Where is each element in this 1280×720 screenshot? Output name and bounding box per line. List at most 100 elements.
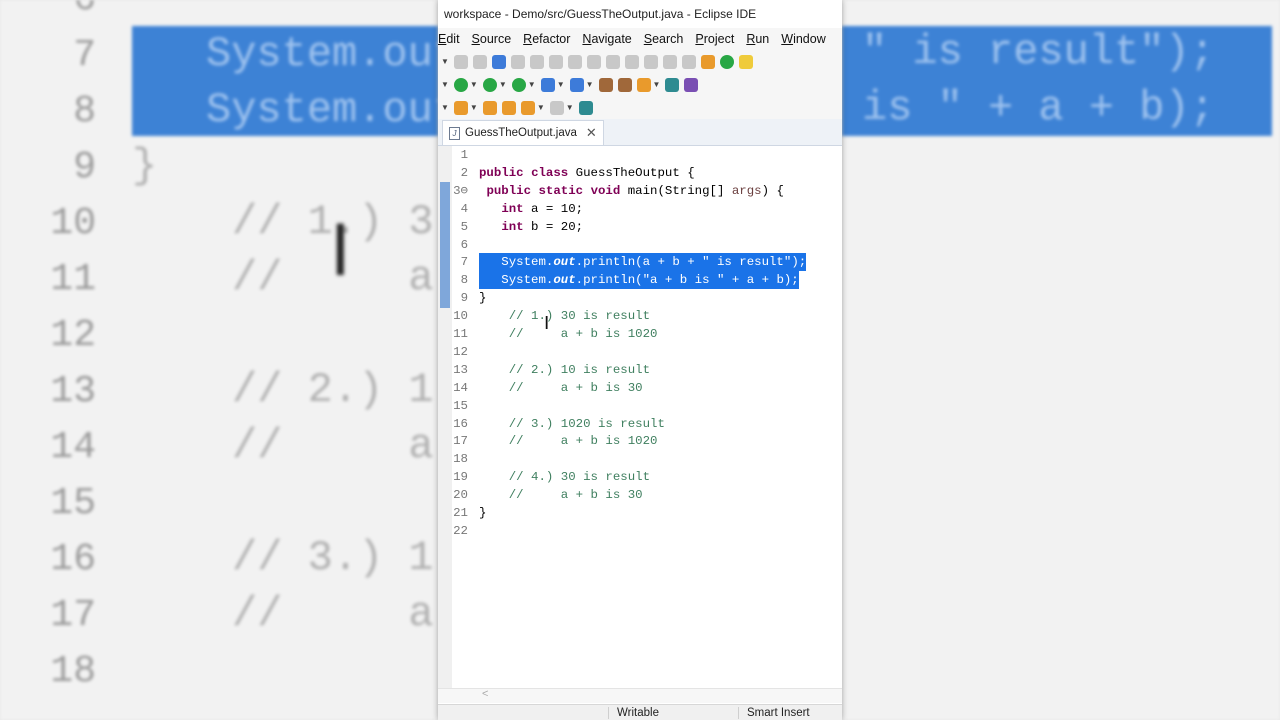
menu-window[interactable]: Window <box>781 32 825 46</box>
menu-edit[interactable]: Edit <box>438 32 460 46</box>
coverage-icon[interactable] <box>511 77 526 92</box>
line-number: 14 <box>453 380 468 395</box>
debug-dropdown-icon[interactable]: ▼ <box>499 80 507 89</box>
background-code-text: System.out <box>206 30 438 78</box>
dropdown-icon[interactable]: ▼ <box>441 103 449 112</box>
code-line[interactable]: 21} <box>452 504 842 522</box>
menu-run[interactable]: Run <box>746 32 769 46</box>
terminate-icon[interactable] <box>567 54 582 69</box>
background-line-number: 6 <box>44 0 96 21</box>
skip-breakpoints-icon[interactable] <box>700 54 715 69</box>
search-dropdown-icon[interactable]: ▼ <box>653 80 661 89</box>
step-over-icon[interactable] <box>624 54 639 69</box>
coverage-dropdown-icon[interactable]: ▼ <box>528 80 536 89</box>
code-line[interactable]: 15 <box>452 397 842 415</box>
new-class-icon[interactable] <box>569 77 584 92</box>
line-number: 5 <box>460 219 468 234</box>
line-number: 16 <box>453 416 468 431</box>
line-number: 3⊖ <box>453 183 468 198</box>
menu-project[interactable]: Project <box>695 32 734 46</box>
class-dropdown-icon[interactable]: ▼ <box>586 80 594 89</box>
step-into-icon[interactable] <box>605 54 620 69</box>
code-line[interactable]: 17 // a + b is 1020 <box>452 432 842 450</box>
horizontal-scrollbar[interactable]: < <box>438 688 842 703</box>
new-dropdown-icon[interactable]: ▼ <box>557 80 565 89</box>
code-line[interactable]: 8 System.out.println("a + b is " + a + b… <box>452 271 842 290</box>
editor-tab[interactable]: J GuessTheOutput.java ✕ <box>442 120 604 145</box>
code-editor[interactable]: 1 2 public class GuessTheOutput {3⊖ public… <box>438 146 842 691</box>
annotation-icon[interactable] <box>453 100 468 115</box>
code-line[interactable]: 7 System.out.println(a + b + " is result… <box>452 253 842 272</box>
new-java-project-icon[interactable] <box>540 77 555 92</box>
next-edit-icon[interactable] <box>501 100 516 115</box>
globe-icon[interactable] <box>665 77 680 92</box>
line-number: 11 <box>453 327 468 341</box>
pin-editor-icon[interactable] <box>578 100 593 115</box>
console-icon[interactable] <box>491 54 506 69</box>
debug-icon[interactable] <box>482 77 497 92</box>
annotation-dropdown-icon[interactable]: ▼ <box>470 103 478 112</box>
forward-icon[interactable] <box>549 100 564 115</box>
code-line[interactable]: 5 int b = 20; <box>452 218 842 236</box>
line-number: 7 <box>460 255 468 270</box>
resume-icon[interactable] <box>529 54 544 69</box>
code-line[interactable]: 19 // 4.) 30 is result <box>452 468 842 486</box>
back-icon[interactable] <box>520 100 535 115</box>
dropdown-icon[interactable]: ▼ <box>441 57 449 66</box>
background-line-number: 9 <box>73 146 96 189</box>
menu-refactor[interactable]: Refactor <box>523 32 570 46</box>
new-server-icon[interactable] <box>719 54 734 69</box>
step-return-icon[interactable] <box>643 54 658 69</box>
background-line-number: 8 <box>73 90 96 133</box>
code-line[interactable]: 11 // a + b is 1020 <box>452 325 842 343</box>
code-line[interactable]: 9} <box>452 289 842 307</box>
code-line[interactable]: 10 // 1.) 30 is result <box>452 307 842 325</box>
code-line[interactable]: 6 <box>452 236 842 254</box>
line-number: 2 <box>460 165 468 180</box>
code-line[interactable]: 13 // 2.) 10 is result <box>452 361 842 379</box>
run-icon[interactable] <box>453 77 468 92</box>
menu-search[interactable]: Search <box>644 32 684 46</box>
use-step-filters-icon[interactable] <box>681 54 696 69</box>
previous-edit-icon[interactable] <box>482 100 497 115</box>
code-line[interactable]: 12 <box>452 343 842 361</box>
toolbar-row-1: ▼ <box>438 50 842 73</box>
suspend-icon[interactable] <box>548 54 563 69</box>
code-line[interactable]: 20 // a + b is 30 <box>452 486 842 504</box>
code-text: int a = 10; <box>501 201 584 216</box>
highlight-icon[interactable] <box>738 54 753 69</box>
scroll-left-icon[interactable]: < <box>482 688 488 700</box>
background-line-number: 11 <box>50 258 96 301</box>
background-code-text: // a <box>232 422 434 470</box>
drop-frame-icon[interactable] <box>662 54 677 69</box>
forward-dropdown-icon[interactable]: ▼ <box>566 103 574 112</box>
status-insert-mode: Smart Insert <box>738 707 810 719</box>
code-line[interactable]: 3⊖ public static void main(String[] args… <box>452 182 842 200</box>
code-line[interactable]: 1 <box>452 146 842 164</box>
code-line[interactable]: 22 <box>452 522 842 540</box>
code-line[interactable]: 2 public class GuessTheOutput { <box>452 164 842 182</box>
code-line[interactable]: 16 // 3.) 1020 is result <box>452 415 842 433</box>
close-tab-icon[interactable]: ✕ <box>586 125 597 141</box>
search-tool-icon[interactable] <box>636 77 651 92</box>
code-line[interactable]: 4 int a = 10; <box>452 200 842 218</box>
background-line-number: 13 <box>50 370 96 413</box>
search-icon[interactable] <box>510 54 525 69</box>
code-line[interactable]: 18 <box>452 450 842 468</box>
menu-navigate[interactable]: Navigate <box>582 32 631 46</box>
code-line[interactable]: 14 // a + b is 30 <box>452 379 842 397</box>
open-task-icon[interactable] <box>617 77 632 92</box>
open-type-icon[interactable] <box>598 77 613 92</box>
run-dropdown-icon[interactable]: ▼ <box>470 80 478 89</box>
background-line-8-tail: is " + a + b); <box>862 84 1215 132</box>
menu-source[interactable]: Source <box>472 32 512 46</box>
toolbar-row-2: ▼ ▼ ▼ ▼ ▼ ▼ ▼ <box>438 73 842 96</box>
text-cursor-icon: I <box>330 210 351 292</box>
save-all-icon[interactable] <box>472 54 487 69</box>
perspective-icon[interactable] <box>684 77 699 92</box>
dropdown-icon[interactable]: ▼ <box>441 80 449 89</box>
back-dropdown-icon[interactable]: ▼ <box>537 103 545 112</box>
disconnect-icon[interactable] <box>586 54 601 69</box>
save-icon[interactable] <box>453 54 468 69</box>
line-number: 13 <box>453 362 468 377</box>
